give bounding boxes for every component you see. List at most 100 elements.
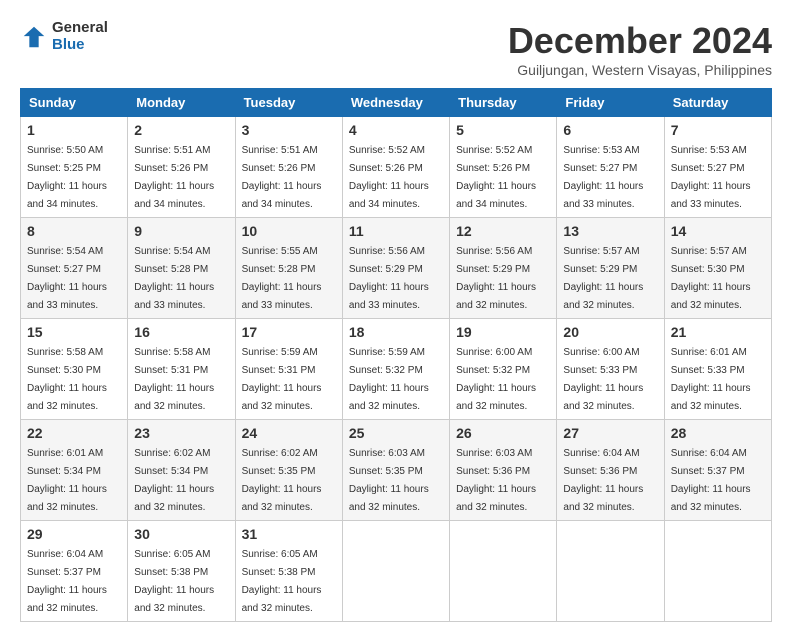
day-info: Sunrise: 5:53 AMSunset: 5:27 PMDaylight:… [563,145,643,210]
calendar-cell: 25 Sunrise: 6:03 AMSunset: 5:35 PMDaylig… [342,420,449,521]
day-info: Sunrise: 6:04 AMSunset: 5:37 PMDaylight:… [671,448,751,513]
day-number: 22 [27,425,121,441]
day-number: 8 [27,223,121,239]
day-number: 21 [671,324,765,340]
calendar-cell: 8 Sunrise: 5:54 AMSunset: 5:27 PMDayligh… [21,218,128,319]
calendar-cell: 26 Sunrise: 6:03 AMSunset: 5:36 PMDaylig… [450,420,557,521]
calendar-cell: 19 Sunrise: 6:00 AMSunset: 5:32 PMDaylig… [450,319,557,420]
day-info: Sunrise: 6:01 AMSunset: 5:33 PMDaylight:… [671,347,751,412]
calendar-cell: 22 Sunrise: 6:01 AMSunset: 5:34 PMDaylig… [21,420,128,521]
day-number: 1 [27,122,121,138]
calendar-cell: 31 Sunrise: 6:05 AMSunset: 5:38 PMDaylig… [235,521,342,622]
calendar-cell [664,521,771,622]
calendar-week-row: 22 Sunrise: 6:01 AMSunset: 5:34 PMDaylig… [21,420,772,521]
logo-general: General [52,20,108,37]
day-number: 16 [134,324,228,340]
day-number: 9 [134,223,228,239]
day-number: 10 [242,223,336,239]
day-info: Sunrise: 5:52 AMSunset: 5:26 PMDaylight:… [456,145,536,210]
day-number: 20 [563,324,657,340]
day-info: Sunrise: 6:05 AMSunset: 5:38 PMDaylight:… [134,549,214,614]
calendar-cell: 2 Sunrise: 5:51 AMSunset: 5:26 PMDayligh… [128,117,235,218]
weekday-header: Tuesday [235,89,342,117]
calendar-cell: 11 Sunrise: 5:56 AMSunset: 5:29 PMDaylig… [342,218,449,319]
calendar-cell: 7 Sunrise: 5:53 AMSunset: 5:27 PMDayligh… [664,117,771,218]
day-info: Sunrise: 6:03 AMSunset: 5:35 PMDaylight:… [349,448,429,513]
day-number: 12 [456,223,550,239]
day-info: Sunrise: 5:54 AMSunset: 5:27 PMDaylight:… [27,246,107,311]
day-info: Sunrise: 5:51 AMSunset: 5:26 PMDaylight:… [242,145,322,210]
logo-blue: Blue [52,37,108,54]
location: Guiljungan, Western Visayas, Philippines [508,62,772,78]
calendar-cell: 24 Sunrise: 6:02 AMSunset: 5:35 PMDaylig… [235,420,342,521]
calendar-cell: 10 Sunrise: 5:55 AMSunset: 5:28 PMDaylig… [235,218,342,319]
day-number: 28 [671,425,765,441]
day-number: 7 [671,122,765,138]
day-number: 27 [563,425,657,441]
day-info: Sunrise: 6:04 AMSunset: 5:36 PMDaylight:… [563,448,643,513]
calendar-week-row: 8 Sunrise: 5:54 AMSunset: 5:27 PMDayligh… [21,218,772,319]
day-info: Sunrise: 5:52 AMSunset: 5:26 PMDaylight:… [349,145,429,210]
month-title: December 2024 [508,20,772,62]
day-info: Sunrise: 5:54 AMSunset: 5:28 PMDaylight:… [134,246,214,311]
day-info: Sunrise: 5:50 AMSunset: 5:25 PMDaylight:… [27,145,107,210]
day-info: Sunrise: 6:02 AMSunset: 5:34 PMDaylight:… [134,448,214,513]
calendar-header-row: SundayMondayTuesdayWednesdayThursdayFrid… [21,89,772,117]
day-info: Sunrise: 6:00 AMSunset: 5:33 PMDaylight:… [563,347,643,412]
calendar-cell: 4 Sunrise: 5:52 AMSunset: 5:26 PMDayligh… [342,117,449,218]
calendar-cell: 3 Sunrise: 5:51 AMSunset: 5:26 PMDayligh… [235,117,342,218]
day-number: 29 [27,526,121,542]
calendar-cell: 17 Sunrise: 5:59 AMSunset: 5:31 PMDaylig… [235,319,342,420]
calendar-cell: 15 Sunrise: 5:58 AMSunset: 5:30 PMDaylig… [21,319,128,420]
day-info: Sunrise: 5:59 AMSunset: 5:31 PMDaylight:… [242,347,322,412]
day-number: 26 [456,425,550,441]
title-block: December 2024 Guiljungan, Western Visaya… [508,20,772,78]
day-number: 14 [671,223,765,239]
calendar-cell: 5 Sunrise: 5:52 AMSunset: 5:26 PMDayligh… [450,117,557,218]
day-info: Sunrise: 6:02 AMSunset: 5:35 PMDaylight:… [242,448,322,513]
page-header: General Blue December 2024 Guiljungan, W… [20,20,772,78]
calendar-cell: 1 Sunrise: 5:50 AMSunset: 5:25 PMDayligh… [21,117,128,218]
calendar-cell: 12 Sunrise: 5:56 AMSunset: 5:29 PMDaylig… [450,218,557,319]
day-info: Sunrise: 6:05 AMSunset: 5:38 PMDaylight:… [242,549,322,614]
day-number: 3 [242,122,336,138]
day-number: 31 [242,526,336,542]
calendar-cell: 29 Sunrise: 6:04 AMSunset: 5:37 PMDaylig… [21,521,128,622]
day-info: Sunrise: 5:55 AMSunset: 5:28 PMDaylight:… [242,246,322,311]
day-number: 24 [242,425,336,441]
calendar-cell: 21 Sunrise: 6:01 AMSunset: 5:33 PMDaylig… [664,319,771,420]
calendar-week-row: 29 Sunrise: 6:04 AMSunset: 5:37 PMDaylig… [21,521,772,622]
calendar-cell [450,521,557,622]
weekday-header: Thursday [450,89,557,117]
day-number: 25 [349,425,443,441]
calendar-cell [557,521,664,622]
calendar-cell: 27 Sunrise: 6:04 AMSunset: 5:36 PMDaylig… [557,420,664,521]
calendar-cell: 18 Sunrise: 5:59 AMSunset: 5:32 PMDaylig… [342,319,449,420]
weekday-header: Wednesday [342,89,449,117]
logo-icon [20,23,48,51]
weekday-header: Sunday [21,89,128,117]
logo-text: General Blue [52,20,108,53]
day-info: Sunrise: 5:57 AMSunset: 5:30 PMDaylight:… [671,246,751,311]
day-info: Sunrise: 5:58 AMSunset: 5:30 PMDaylight:… [27,347,107,412]
calendar-cell: 16 Sunrise: 5:58 AMSunset: 5:31 PMDaylig… [128,319,235,420]
day-number: 15 [27,324,121,340]
day-number: 17 [242,324,336,340]
calendar-cell: 28 Sunrise: 6:04 AMSunset: 5:37 PMDaylig… [664,420,771,521]
calendar-cell: 6 Sunrise: 5:53 AMSunset: 5:27 PMDayligh… [557,117,664,218]
day-number: 19 [456,324,550,340]
day-number: 5 [456,122,550,138]
day-info: Sunrise: 5:57 AMSunset: 5:29 PMDaylight:… [563,246,643,311]
day-info: Sunrise: 6:00 AMSunset: 5:32 PMDaylight:… [456,347,536,412]
day-info: Sunrise: 5:58 AMSunset: 5:31 PMDaylight:… [134,347,214,412]
day-number: 4 [349,122,443,138]
day-info: Sunrise: 6:03 AMSunset: 5:36 PMDaylight:… [456,448,536,513]
day-number: 18 [349,324,443,340]
calendar-cell: 14 Sunrise: 5:57 AMSunset: 5:30 PMDaylig… [664,218,771,319]
day-info: Sunrise: 6:04 AMSunset: 5:37 PMDaylight:… [27,549,107,614]
day-info: Sunrise: 5:51 AMSunset: 5:26 PMDaylight:… [134,145,214,210]
calendar-cell: 9 Sunrise: 5:54 AMSunset: 5:28 PMDayligh… [128,218,235,319]
calendar-cell: 13 Sunrise: 5:57 AMSunset: 5:29 PMDaylig… [557,218,664,319]
calendar-table: SundayMondayTuesdayWednesdayThursdayFrid… [20,88,772,622]
weekday-header: Friday [557,89,664,117]
